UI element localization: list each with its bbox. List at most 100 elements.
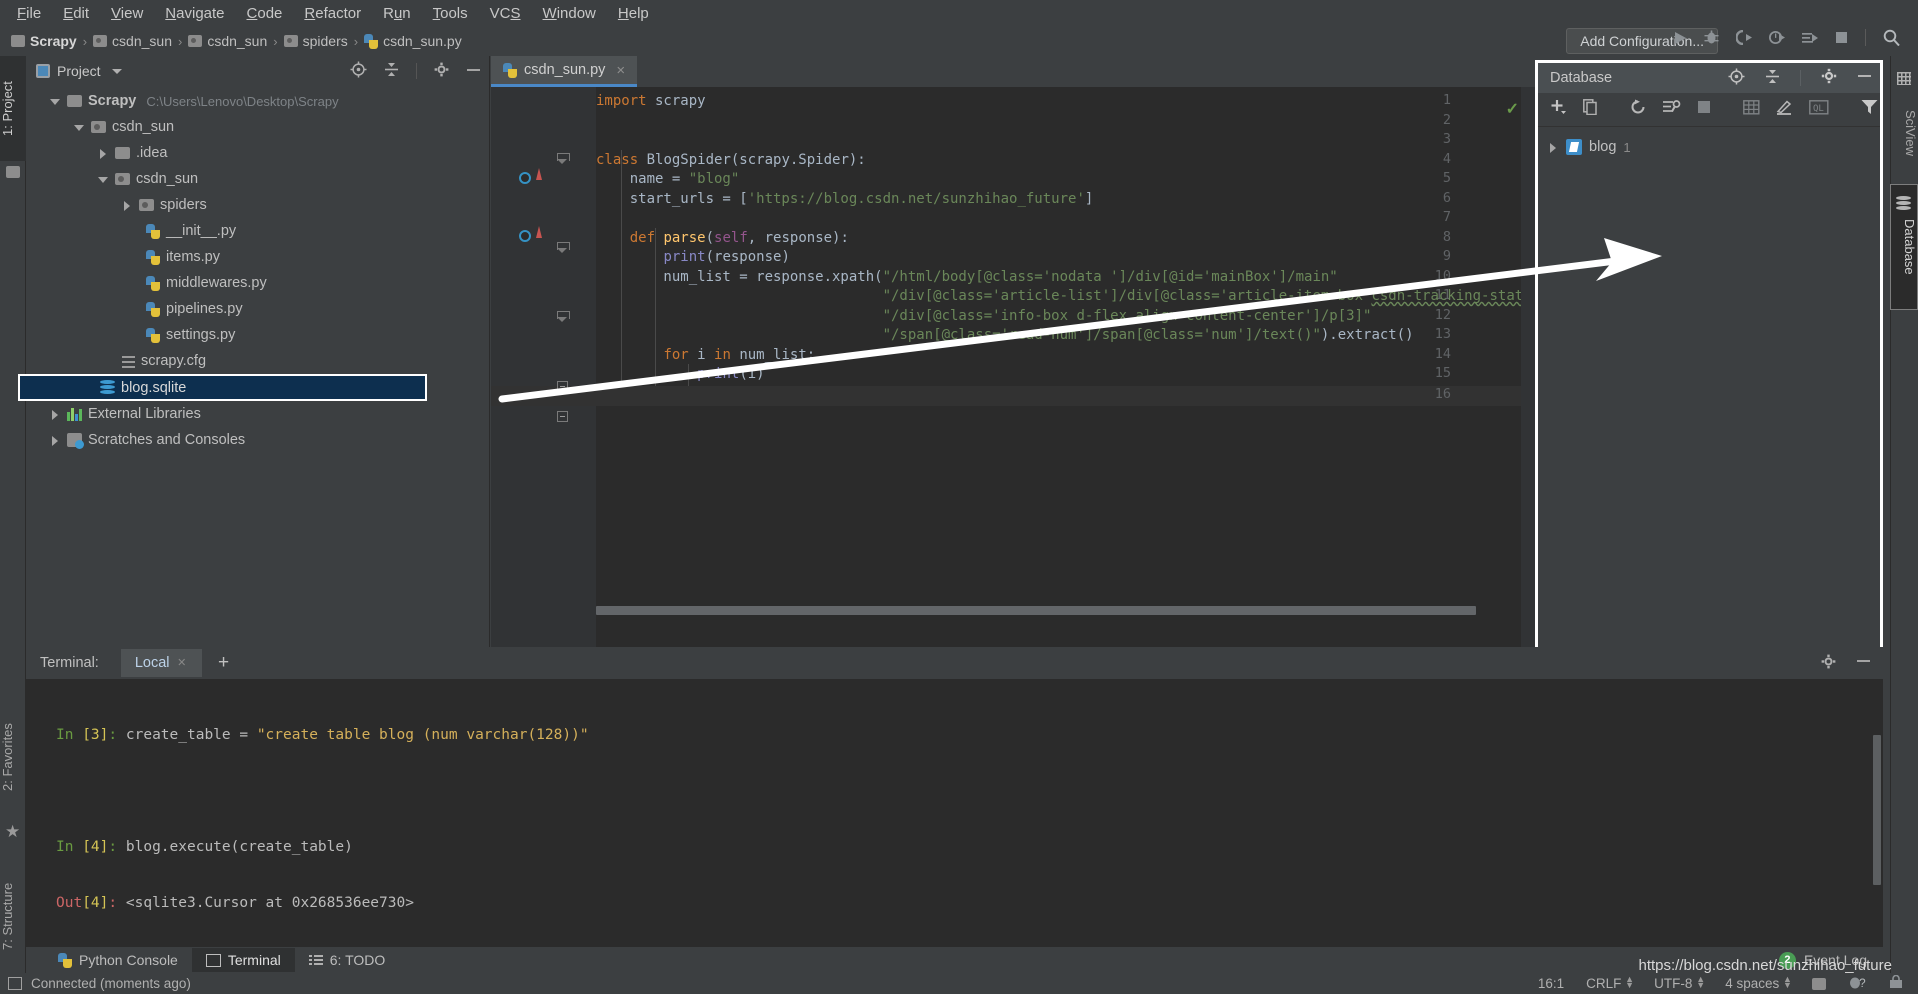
bottom-tab-todo[interactable]: 6: TODO: [295, 948, 400, 972]
breadcrumb-item-1[interactable]: csdn_sun: [90, 33, 175, 49]
menu-item-refactor[interactable]: Refactor: [293, 3, 372, 24]
chevron-right-icon[interactable]: [50, 435, 61, 446]
tree-node-items-py[interactable]: items.py: [26, 244, 489, 270]
breadcrumb-item-file[interactable]: csdn_sun.py: [361, 33, 465, 49]
menu-item-edit[interactable]: Edit: [52, 3, 100, 24]
breadcrumb-item-2[interactable]: csdn_sun: [185, 33, 270, 49]
editor-gutter[interactable]: [491, 87, 596, 647]
run-icon[interactable]: [1673, 31, 1687, 45]
tree-node-csdn-sun-outer[interactable]: csdn_sun: [26, 114, 489, 140]
breadcrumb-item-project[interactable]: Scrapy: [8, 33, 80, 49]
lock-icon[interactable]: [1888, 974, 1904, 992]
chevron-right-icon[interactable]: [1548, 142, 1559, 153]
menu-item-tools[interactable]: Tools: [422, 3, 479, 24]
stop-icon[interactable]: [1697, 100, 1711, 119]
gear-icon[interactable]: [1821, 654, 1836, 673]
tree-node-pipelines-py[interactable]: pipelines.py: [26, 296, 489, 322]
tree-node-scratches[interactable]: Scratches and Consoles: [26, 427, 489, 453]
add-terminal-tab-button[interactable]: +: [202, 652, 245, 674]
stop-icon[interactable]: [1835, 31, 1848, 44]
tree-node-scrapy[interactable]: Scrapy C:\Users\Lenovo\Desktop\Scrapy: [26, 88, 489, 114]
chevron-right-icon[interactable]: [98, 148, 109, 159]
menu-item-navigate[interactable]: Navigate: [154, 3, 235, 24]
collapse-all-icon[interactable]: [384, 62, 399, 80]
menu-item-vcs[interactable]: VCS: [479, 3, 532, 24]
fold-end-icon[interactable]: [557, 381, 568, 392]
tree-node-settings-py[interactable]: settings.py: [26, 322, 489, 348]
fold-collapse-icon[interactable]: [557, 153, 570, 164]
table-icon[interactable]: [1743, 99, 1760, 120]
search-everywhere-icon[interactable]: [1883, 29, 1900, 46]
tool-tab-sciview[interactable]: SciView: [1890, 90, 1918, 176]
menu-item-code[interactable]: Code: [236, 3, 294, 24]
project-title-group[interactable]: Project: [36, 63, 122, 79]
breadcrumb-item-3[interactable]: spiders: [281, 33, 351, 49]
menu-item-run[interactable]: Run: [372, 3, 422, 24]
hide-icon[interactable]: [466, 63, 481, 79]
menu-item-file[interactable]: File: [6, 3, 52, 24]
tree-node-external-libraries[interactable]: External Libraries: [26, 401, 489, 427]
marker-bar[interactable]: [1521, 87, 1535, 647]
hide-icon[interactable]: [1857, 70, 1872, 86]
tree-node-spiders[interactable]: spiders: [26, 192, 489, 218]
run-coverage-icon[interactable]: [1736, 30, 1752, 45]
close-icon[interactable]: ×: [178, 655, 186, 671]
inspection-ok-icon[interactable]: ✓: [1506, 99, 1519, 119]
debug-icon[interactable]: [1704, 30, 1719, 45]
close-icon[interactable]: ×: [616, 62, 625, 79]
terminal-scrollbar[interactable]: [1873, 735, 1881, 885]
status-encoding[interactable]: UTF-8 ▲ ▼: [1654, 975, 1705, 992]
ql-console-icon[interactable]: QL: [1809, 99, 1829, 120]
menu-item-help[interactable]: Help: [607, 3, 660, 24]
sync-icon[interactable]: [1662, 99, 1681, 120]
override-marker-icon[interactable]: [536, 168, 542, 180]
locate-icon[interactable]: [350, 61, 367, 81]
status-line-separator[interactable]: CRLF ▲ ▼: [1586, 975, 1634, 992]
tree-node-blog-sqlite[interactable]: blog.sqlite: [18, 374, 427, 401]
profile-icon[interactable]: [1769, 30, 1785, 45]
terminal-output[interactable]: In [3]: create_table = "create table blo…: [26, 679, 1883, 947]
db-datasource-blog[interactable]: blog 1: [1538, 135, 1880, 159]
edit-icon[interactable]: [1776, 99, 1793, 120]
refresh-icon[interactable]: [1630, 99, 1646, 120]
chevron-down-icon[interactable]: [98, 174, 109, 185]
tool-tab-structure[interactable]: 7: Structure: [0, 856, 26, 976]
terminal-tab-local[interactable]: Local ×: [120, 649, 202, 677]
code-lines[interactable]: import scrapy class BlogSpider(scrapy.Sp…: [596, 87, 1535, 647]
branch-icon[interactable]: [1812, 977, 1826, 990]
collapse-all-icon[interactable]: [1765, 69, 1780, 88]
breakpoint-icon[interactable]: [519, 172, 531, 184]
filter-icon[interactable]: [1861, 99, 1878, 120]
tree-node-init-py[interactable]: __init__.py: [26, 218, 489, 244]
tool-tab-project[interactable]: 1: Project: [0, 56, 26, 161]
chevron-down-icon[interactable]: [74, 122, 85, 133]
gear-icon[interactable]: [1821, 68, 1837, 88]
code-editor[interactable]: 1 2 3 4 5 6 7 8 9 10 11 12 13 14 15 16 i…: [491, 87, 1535, 647]
breakpoint-icon[interactable]: [519, 230, 531, 242]
chevron-down-icon[interactable]: [50, 96, 61, 107]
status-caret-position[interactable]: 16:1: [1538, 976, 1564, 991]
locate-icon[interactable]: [1728, 68, 1745, 89]
status-indent[interactable]: 4 spaces ▲ ▼: [1725, 975, 1792, 992]
chevron-down-icon[interactable]: [111, 68, 122, 74]
gear-icon[interactable]: [434, 62, 449, 80]
fold-collapse-icon[interactable]: [557, 311, 570, 322]
bottom-tab-terminal[interactable]: Terminal: [191, 948, 295, 972]
bottom-tab-python-console[interactable]: Python Console: [44, 948, 192, 972]
chevron-right-icon[interactable]: [50, 409, 61, 420]
menu-item-window[interactable]: Window: [532, 3, 607, 24]
tree-node-middlewares-py[interactable]: middlewares.py: [26, 270, 489, 296]
chevron-right-icon[interactable]: [122, 200, 133, 211]
fold-end-icon[interactable]: [557, 411, 568, 422]
tree-node-scrapy-cfg[interactable]: scrapy.cfg: [26, 348, 489, 374]
editor-horizontal-scrollbar[interactable]: [596, 606, 1521, 615]
add-icon[interactable]: [1550, 99, 1567, 120]
override-marker-icon[interactable]: [536, 226, 542, 238]
hide-icon[interactable]: [1856, 655, 1871, 671]
fold-collapse-icon[interactable]: [557, 242, 570, 253]
editor-tab-csdn-sun-py[interactable]: csdn_sun.py ×: [491, 56, 638, 87]
tree-node-csdn-sun-inner[interactable]: csdn_sun: [26, 166, 489, 192]
duplicate-icon[interactable]: [1583, 99, 1598, 120]
tree-node-idea[interactable]: .idea: [26, 140, 489, 166]
inspection-level-icon[interactable]: ?: [1848, 975, 1866, 992]
